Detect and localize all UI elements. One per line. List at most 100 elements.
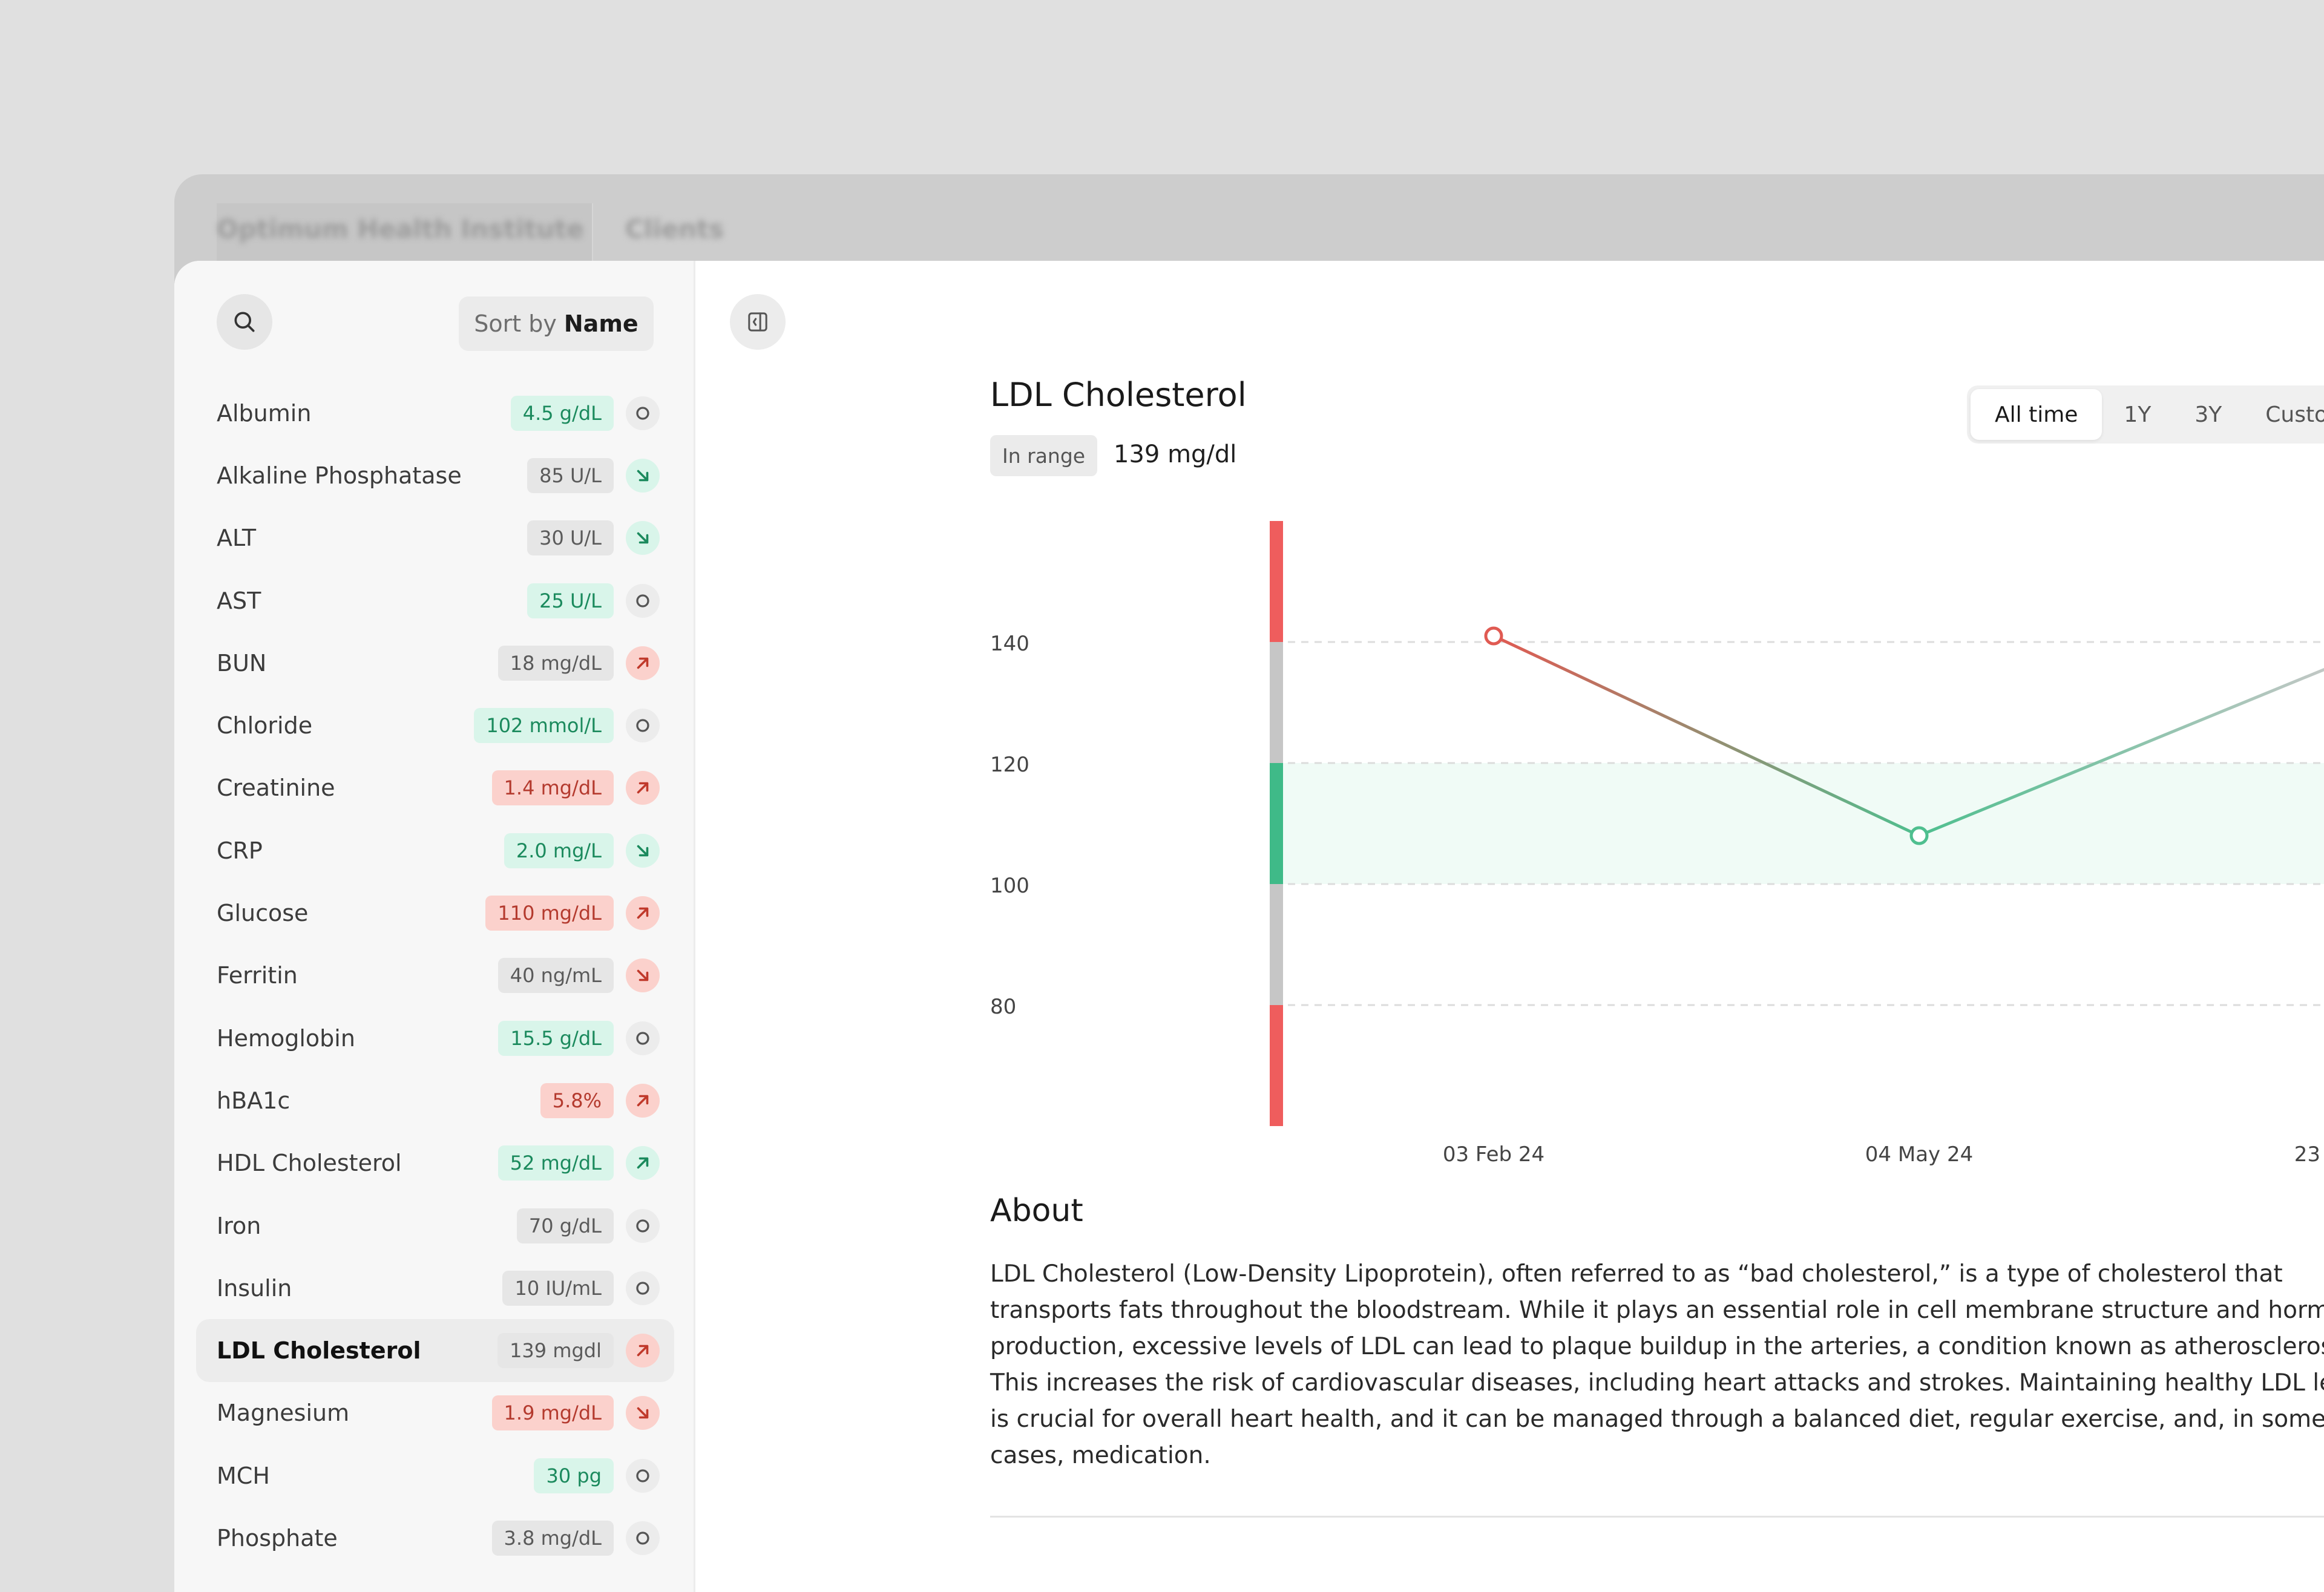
biomarker-row[interactable]: AST 25 U/L <box>196 569 674 632</box>
neutral-circle-icon <box>636 594 649 608</box>
biomarker-name: Glucose <box>217 900 309 927</box>
biomarker-name: MCH <box>217 1462 270 1489</box>
neutral-circle-icon <box>636 1219 649 1233</box>
about-heading: About <box>990 1193 1083 1229</box>
biomarker-value-badge: 70 g/dL <box>516 1208 614 1243</box>
biomarker-name: Ferritin <box>217 962 298 989</box>
biomarker-value-badge: 1.4 mg/dL <box>491 770 614 806</box>
biomarker-row[interactable]: BUN 18 mg/dL <box>196 632 674 694</box>
trend-indicator <box>626 1021 660 1055</box>
trend-indicator <box>626 583 660 618</box>
biomarker-row[interactable]: LDL Cholesterol 139 mgdl <box>196 1319 674 1382</box>
arrow-down-right-icon <box>637 532 649 544</box>
biomarker-row[interactable]: CRP 2.0 mg/L <box>196 819 674 882</box>
arrow-down-right-icon <box>637 1407 649 1419</box>
biomarker-row[interactable]: HDL Cholesterol 52 mg/dL <box>196 1132 674 1194</box>
arrow-down-right-icon <box>637 970 649 981</box>
biomarker-row[interactable]: Phosphate 3.8 mg/dL <box>196 1507 674 1569</box>
tab-3y[interactable]: 3Y <box>2173 389 2244 440</box>
biomarker-name: CRP <box>217 837 263 864</box>
arrow-down-right-icon <box>637 845 649 857</box>
arrow-up-right-icon <box>637 1095 649 1107</box>
biomarker-value-badge: 18 mg/dL <box>497 645 614 681</box>
biomarker-name: Insulin <box>217 1274 292 1302</box>
arrow-up-right-icon <box>637 1157 649 1169</box>
biomarker-row[interactable]: MCH 30 pg <box>196 1444 674 1507</box>
biomarker-value-badge: 15.5 g/dL <box>498 1020 614 1056</box>
trend-indicator <box>626 1521 660 1555</box>
biomarker-name: AST <box>217 587 261 614</box>
biomarker-value-badge: 4.5 g/dL <box>510 395 614 431</box>
data-point <box>1484 626 1503 646</box>
biomarker-name: BUN <box>217 649 267 676</box>
biomarker-value-badge: 5.8% <box>540 1083 614 1118</box>
trend-indicator <box>626 771 660 805</box>
biomarker-row[interactable]: Glucose 110 mg/dL <box>196 882 674 944</box>
y-tick-label: 140 <box>990 632 1029 656</box>
trend-indicator <box>626 1334 660 1368</box>
biomarker-name: Phosphate <box>217 1524 338 1551</box>
biomarker-row[interactable]: Alkaline Phosphatase 85 U/L <box>196 444 674 506</box>
time-range-selector: All time 1Y 3Y Custom <box>1967 385 2324 444</box>
biomarker-row[interactable]: Chloride 102 mmol/L <box>196 694 674 756</box>
sort-value: Name <box>563 310 638 337</box>
biomarker-value-badge: 139 mgdl <box>497 1333 614 1369</box>
biomarker-row[interactable]: Insulin 10 IU/mL <box>196 1257 674 1319</box>
x-tick-label: 04 May 24 <box>1865 1142 1973 1167</box>
tab-clients-label[interactable]: Clients <box>625 214 724 244</box>
range-zone-bar <box>1270 884 1283 1005</box>
arrow-up-right-icon <box>637 782 649 794</box>
sort-button[interactable]: Sort by Name <box>459 296 654 351</box>
data-point <box>1909 826 1929 845</box>
biomarker-row[interactable]: hBA1c 5.8% <box>196 1069 674 1132</box>
neutral-circle-icon <box>636 1282 649 1295</box>
biomarker-sidebar: Sort by Name Albumin 4.5 g/dL Alkaline Pho… <box>174 261 695 1592</box>
biomarker-row[interactable]: Magnesium 1.9 mg/dL <box>196 1382 674 1444</box>
arrow-up-right-icon <box>637 1345 649 1357</box>
tab-all-time[interactable]: All time <box>1971 389 2102 440</box>
biomarker-name: Alkaline Phosphatase <box>217 462 462 489</box>
search-button[interactable] <box>217 294 272 350</box>
trend-indicator <box>626 396 660 430</box>
biomarker-name: HDL Cholesterol <box>217 1150 402 1177</box>
x-tick-label: 23 Nov 24 <box>2294 1142 2324 1167</box>
trend-indicator <box>626 1146 660 1181</box>
neutral-circle-icon <box>636 719 649 732</box>
biomarker-row[interactable]: Creatinine 1.4 mg/dL <box>196 757 674 819</box>
biomarker-name: ALT <box>217 525 257 552</box>
neutral-circle-icon <box>636 1531 649 1545</box>
biomarker-row[interactable]: Iron 70 g/dL <box>196 1194 674 1257</box>
about-text: LDL Cholesterol (Low-Density Lipoprotein… <box>990 1260 2324 1469</box>
y-tick-label: 120 <box>990 753 1029 777</box>
biomarker-value-badge: 10 IU/mL <box>502 1270 614 1306</box>
biomarker-name: hBA1c <box>217 1087 290 1114</box>
biomarker-value-badge: 3.8 mg/dL <box>491 1520 614 1556</box>
biomarker-row[interactable]: ALT 30 U/L <box>196 507 674 569</box>
trend-indicator <box>626 833 660 868</box>
biomarker-value-badge: 110 mg/dL <box>485 896 614 931</box>
y-tick-label: 80 <box>990 995 1016 1019</box>
biomarker-name: Creatinine <box>217 775 335 802</box>
sort-prefix: Sort by <box>474 310 557 337</box>
x-tick-label: 03 Feb 24 <box>1443 1142 1544 1167</box>
tab-1y[interactable]: 1Y <box>2102 389 2173 440</box>
arrow-up-right-icon <box>637 907 649 919</box>
biomarker-row[interactable]: Ferritin 40 ng/mL <box>196 945 674 1007</box>
biomarker-name: Magnesium <box>217 1400 350 1427</box>
biomarker-row[interactable]: Albumin 4.5 g/dL <box>196 382 674 444</box>
search-icon <box>234 312 255 332</box>
biomarker-list: Albumin 4.5 g/dL Alkaline Phosphatase 85 U/… <box>196 382 674 1570</box>
biomarker-value-badge: 30 U/L <box>527 520 614 556</box>
y-tick-label: 100 <box>990 874 1029 898</box>
neutral-circle-icon <box>636 1031 649 1045</box>
trend-indicator <box>626 1271 660 1305</box>
tab-organization-label[interactable]: Optimum Health Institute <box>217 214 584 244</box>
arrow-down-right-icon <box>637 470 649 482</box>
biomarker-row[interactable]: Hemoglobin 15.5 g/dL <box>196 1007 674 1069</box>
biomarker-value-badge: 2.0 mg/L <box>504 833 614 868</box>
trend-indicator <box>626 1083 660 1118</box>
trend-indicator <box>626 458 660 493</box>
collapse-sidebar-button[interactable] <box>730 294 786 350</box>
tab-custom[interactable]: Custom <box>2244 389 2324 440</box>
status-badge: In range <box>990 435 1098 476</box>
